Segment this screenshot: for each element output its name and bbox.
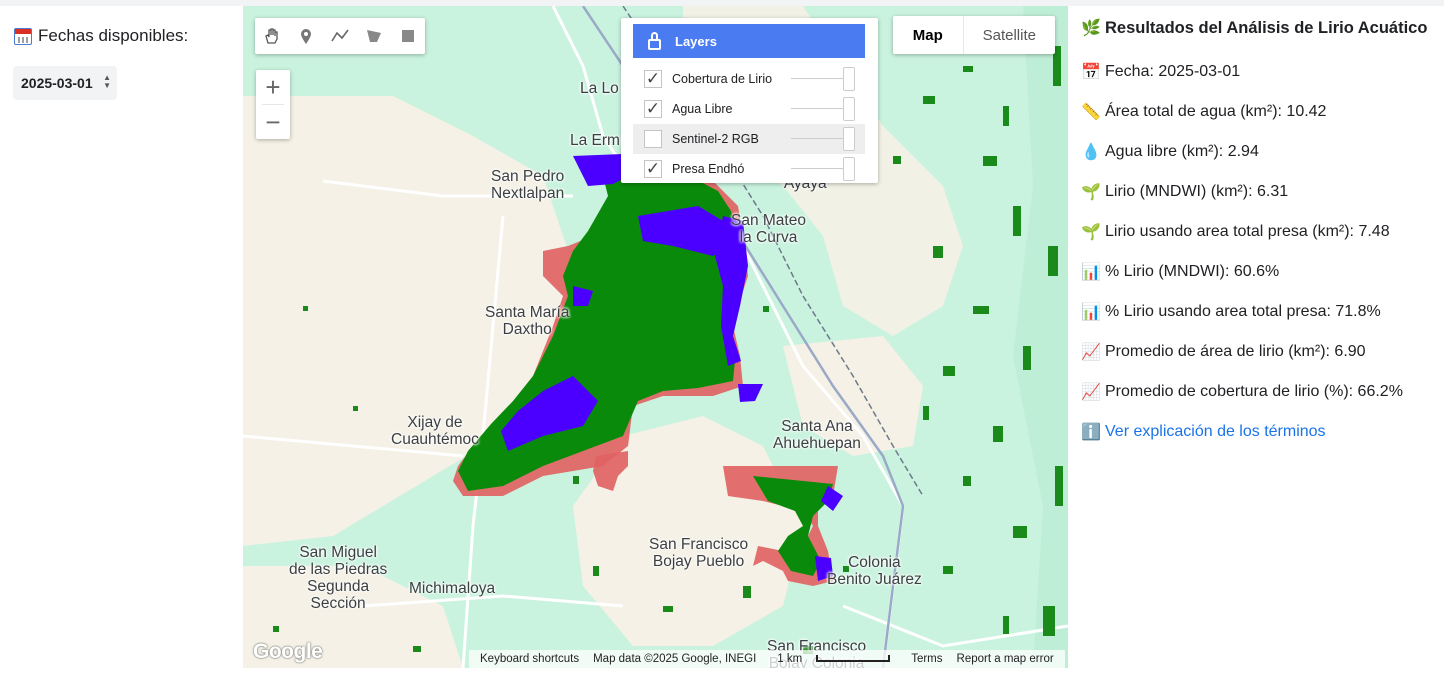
layers-title: Layers (675, 33, 717, 49)
layer-checkbox[interactable] (644, 130, 662, 148)
droplet-icon: 💧 (1081, 144, 1101, 161)
layer-checkbox[interactable]: ✓ (644, 100, 662, 118)
result-date: 📅 Fecha: 2025-03-01 (1081, 62, 1240, 82)
place-label: San Francisco Bojay Pueblo (649, 536, 749, 570)
scale-control[interactable]: 1 km (770, 653, 897, 665)
explanation-link[interactable]: ℹ️ Ver explicación de los términos (1081, 422, 1326, 442)
layers-header[interactable]: Layers (633, 24, 865, 58)
layer-checkbox[interactable]: ✓ (644, 160, 662, 178)
result-avg-lirio-coverage: 📈 Promedio de cobertura de lirio (%): 66.… (1081, 382, 1403, 402)
ruler-icon: 📏 (1081, 104, 1101, 121)
map-view[interactable]: La Lo La Erm San Pedro Nextlalpan Santa … (243, 6, 1068, 668)
map-type-map-button[interactable]: Map (893, 16, 964, 54)
result-lirio-total-presa: 🌱 Lirio usando area total presa (km²): 7.… (1081, 222, 1390, 242)
place-label: San Mateo la Curva (731, 212, 806, 246)
lock-icon (648, 31, 661, 50)
result-text: Fecha: 2025-03-01 (1105, 63, 1241, 80)
opacity-slider[interactable] (791, 97, 855, 121)
place-label: La Lo (580, 80, 619, 97)
keyboard-shortcuts-link[interactable]: Keyboard shortcuts (480, 653, 579, 665)
result-text: Área total de agua (km²): 10.42 (1105, 103, 1327, 120)
result-text: Promedio de área de lirio (km²): 6.90 (1105, 343, 1366, 360)
result-text: Promedio de cobertura de lirio (%): 66.2… (1105, 383, 1403, 400)
opacity-slider[interactable] (791, 67, 855, 91)
seedling-icon: 🌱 (1081, 184, 1101, 201)
info-icon: ℹ️ (1081, 424, 1101, 441)
results-panel: 🌿 Resultados del Análisis de Lirio Acuáti… (1068, 6, 1444, 691)
agua-libre (738, 384, 763, 402)
result-free-water: 💧 Agua libre (km²): 2.94 (1081, 142, 1259, 162)
hand-icon[interactable] (255, 18, 289, 54)
map-type-satellite-button[interactable]: Satellite (964, 16, 1055, 54)
result-text: Lirio usando area total presa (km²): 7.4… (1105, 223, 1390, 240)
zoom-out-button[interactable]: − (256, 105, 290, 139)
dates-heading: Fechas disponibles: (14, 26, 188, 46)
scale-label: 1 km (777, 653, 803, 665)
bar-chart-icon: 📊 (1081, 264, 1101, 281)
terms-link[interactable]: Terms (911, 653, 942, 665)
herb-icon: 🌿 (1081, 20, 1101, 37)
result-lirio-mndwi: 🌱 Lirio (MNDWI) (km²): 6.31 (1081, 182, 1288, 202)
layer-row-agua-libre: ✓ Agua Libre (633, 94, 865, 124)
result-pct-lirio-mndwi: 📊% Lirio (MNDWI): 60.6% (1081, 262, 1279, 282)
terrain-region (1013, 6, 1068, 668)
marker-icon[interactable] (289, 18, 323, 54)
rectangle-icon[interactable] (391, 18, 425, 54)
layer-label: Presa Endhó (672, 162, 745, 176)
report-error-link[interactable]: Report a map error (957, 653, 1054, 665)
result-pct-lirio-total-presa: 📊% Lirio usando area total presa: 71.8% (1081, 302, 1381, 322)
map-data-text: Map data ©2025 Google, INEGI (593, 653, 757, 665)
trend-chart-icon: 📈 (1081, 384, 1101, 401)
layer-row-cobertura-lirio: ✓ Cobertura de Lirio (633, 64, 865, 94)
opacity-slider[interactable] (791, 127, 855, 151)
map-type-control: Map Satellite (893, 16, 1055, 54)
spinner-arrows-icon: ▲ ▼ (103, 73, 111, 90)
bar-chart-icon: 📊 (1081, 304, 1101, 321)
layer-label: Sentinel-2 RGB (672, 132, 759, 146)
layer-checkbox[interactable]: ✓ (644, 70, 662, 88)
result-text: Agua libre (km²): 2.94 (1105, 143, 1259, 160)
result-text: Lirio (MNDWI) (km²): 6.31 (1105, 183, 1289, 200)
zoom-control: + − (256, 70, 290, 139)
place-label: Xijay de Cuauhtémoc (391, 414, 479, 448)
dates-title: Fechas disponibles: (38, 26, 189, 45)
layer-row-sentinel-2-rgb: Sentinel-2 RGB (633, 124, 865, 154)
date-select[interactable]: 2025-03-01 ▲ ▼ (13, 66, 117, 100)
layers-panel: Layers ✓ Cobertura de Lirio ✓ Agua Libre… (621, 18, 878, 183)
map-attribution: Keyboard shortcuts Map data ©2025 Google… (469, 650, 1065, 668)
result-text: % Lirio (MNDWI): 60.6% (1105, 263, 1280, 280)
layer-row-presa-endho: ✓ Presa Endhó (633, 154, 865, 184)
layer-label: Agua Libre (672, 102, 733, 116)
place-label: Santa Ana Ahuehuepan (773, 418, 861, 452)
result-text: % Lirio usando area total presa: 71.8% (1105, 303, 1381, 320)
explanation-link-text[interactable]: Ver explicación de los términos (1105, 423, 1326, 441)
dates-panel: Fechas disponibles: 2025-03-01 ▲ ▼ (0, 6, 243, 691)
seedling-icon: 🌱 (1081, 224, 1101, 241)
opacity-slider[interactable] (791, 157, 855, 181)
place-label: San Miguel de las Piedras Segunda Secció… (289, 544, 388, 612)
scale-bar (816, 655, 891, 663)
layer-label: Cobertura de Lirio (672, 72, 773, 86)
place-label: San Pedro Nextlalpan (491, 168, 565, 202)
result-total-water: 📏 Área total de agua (km²): 10.42 (1081, 102, 1326, 122)
date-select-value: 2025-03-01 (21, 75, 93, 91)
results-title-text: Resultados del Análisis de Lirio Acuátic… (1105, 19, 1428, 37)
drawing-toolbar (255, 18, 425, 54)
polygon-icon[interactable] (357, 18, 391, 54)
place-label: Santa María Daxtho (485, 304, 570, 338)
place-label: La Erm (570, 132, 620, 149)
trend-chart-icon: 📈 (1081, 344, 1101, 361)
zoom-in-button[interactable]: + (256, 70, 290, 104)
google-logo: Google (253, 640, 323, 663)
result-avg-lirio-area: 📈 Promedio de área de lirio (km²): 6.90 (1081, 342, 1366, 362)
calendar-icon: 📅 (1081, 64, 1101, 81)
place-label: Michimaloya (409, 580, 496, 597)
place-label: Colonia Benito Juárez (827, 554, 922, 588)
calendar-icon (14, 27, 32, 45)
polyline-icon[interactable] (323, 18, 357, 54)
results-title: 🌿 Resultados del Análisis de Lirio Acuáti… (1081, 18, 1427, 38)
